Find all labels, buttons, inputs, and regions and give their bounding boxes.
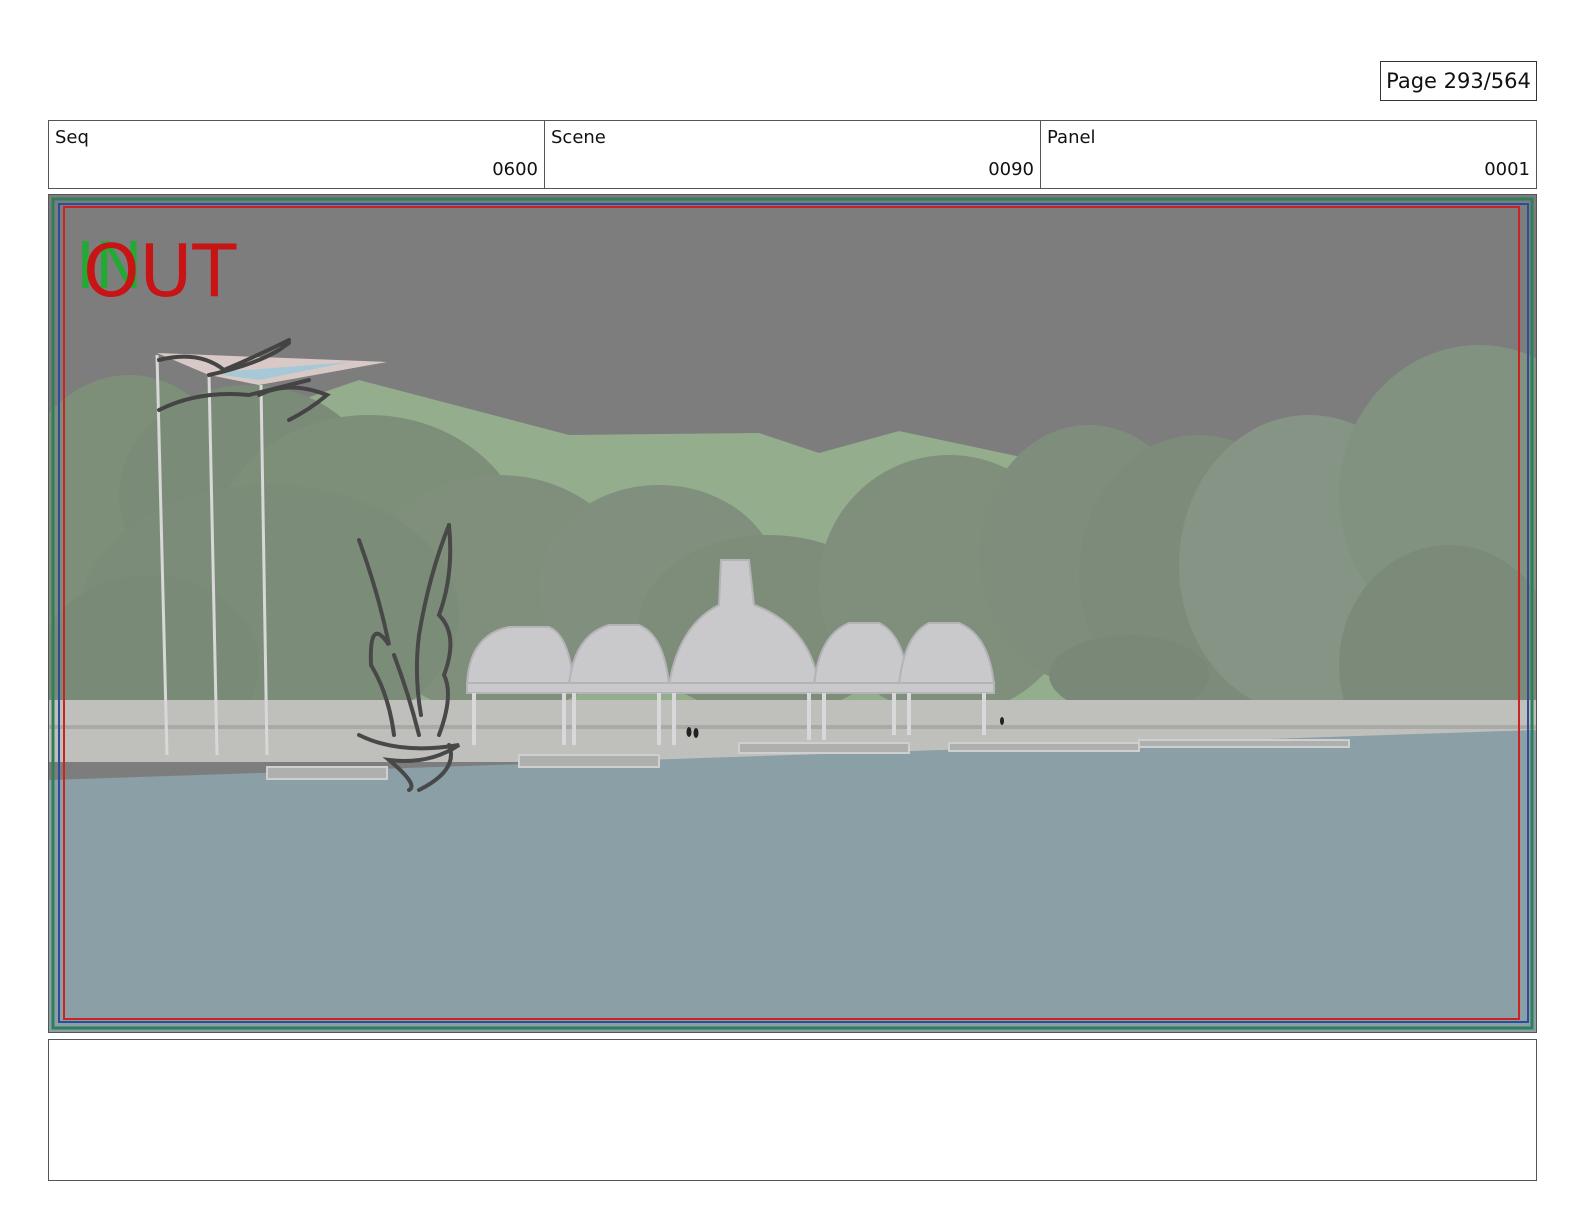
- scene-cell: Scene 0090: [545, 121, 1041, 188]
- out-marker: OUT: [83, 229, 237, 313]
- seq-label: Seq: [55, 127, 89, 148]
- scene-value: 0090: [988, 159, 1034, 180]
- seq-cell: Seq 0600: [49, 121, 545, 188]
- panel-artwork: IN OUT: [49, 195, 1536, 1032]
- panel-cell: Panel 0001: [1041, 121, 1536, 188]
- seq-value: 0600: [492, 159, 538, 180]
- storyboard-panel: IN OUT: [48, 194, 1537, 1033]
- notes-box: [48, 1039, 1537, 1181]
- panel-header: Seq 0600 Scene 0090 Panel 0001: [48, 120, 1537, 189]
- panel-label: Panel: [1047, 127, 1096, 148]
- page-number: Page 293/564: [1380, 61, 1537, 101]
- scene-label: Scene: [551, 127, 606, 148]
- panel-value: 0001: [1484, 159, 1530, 180]
